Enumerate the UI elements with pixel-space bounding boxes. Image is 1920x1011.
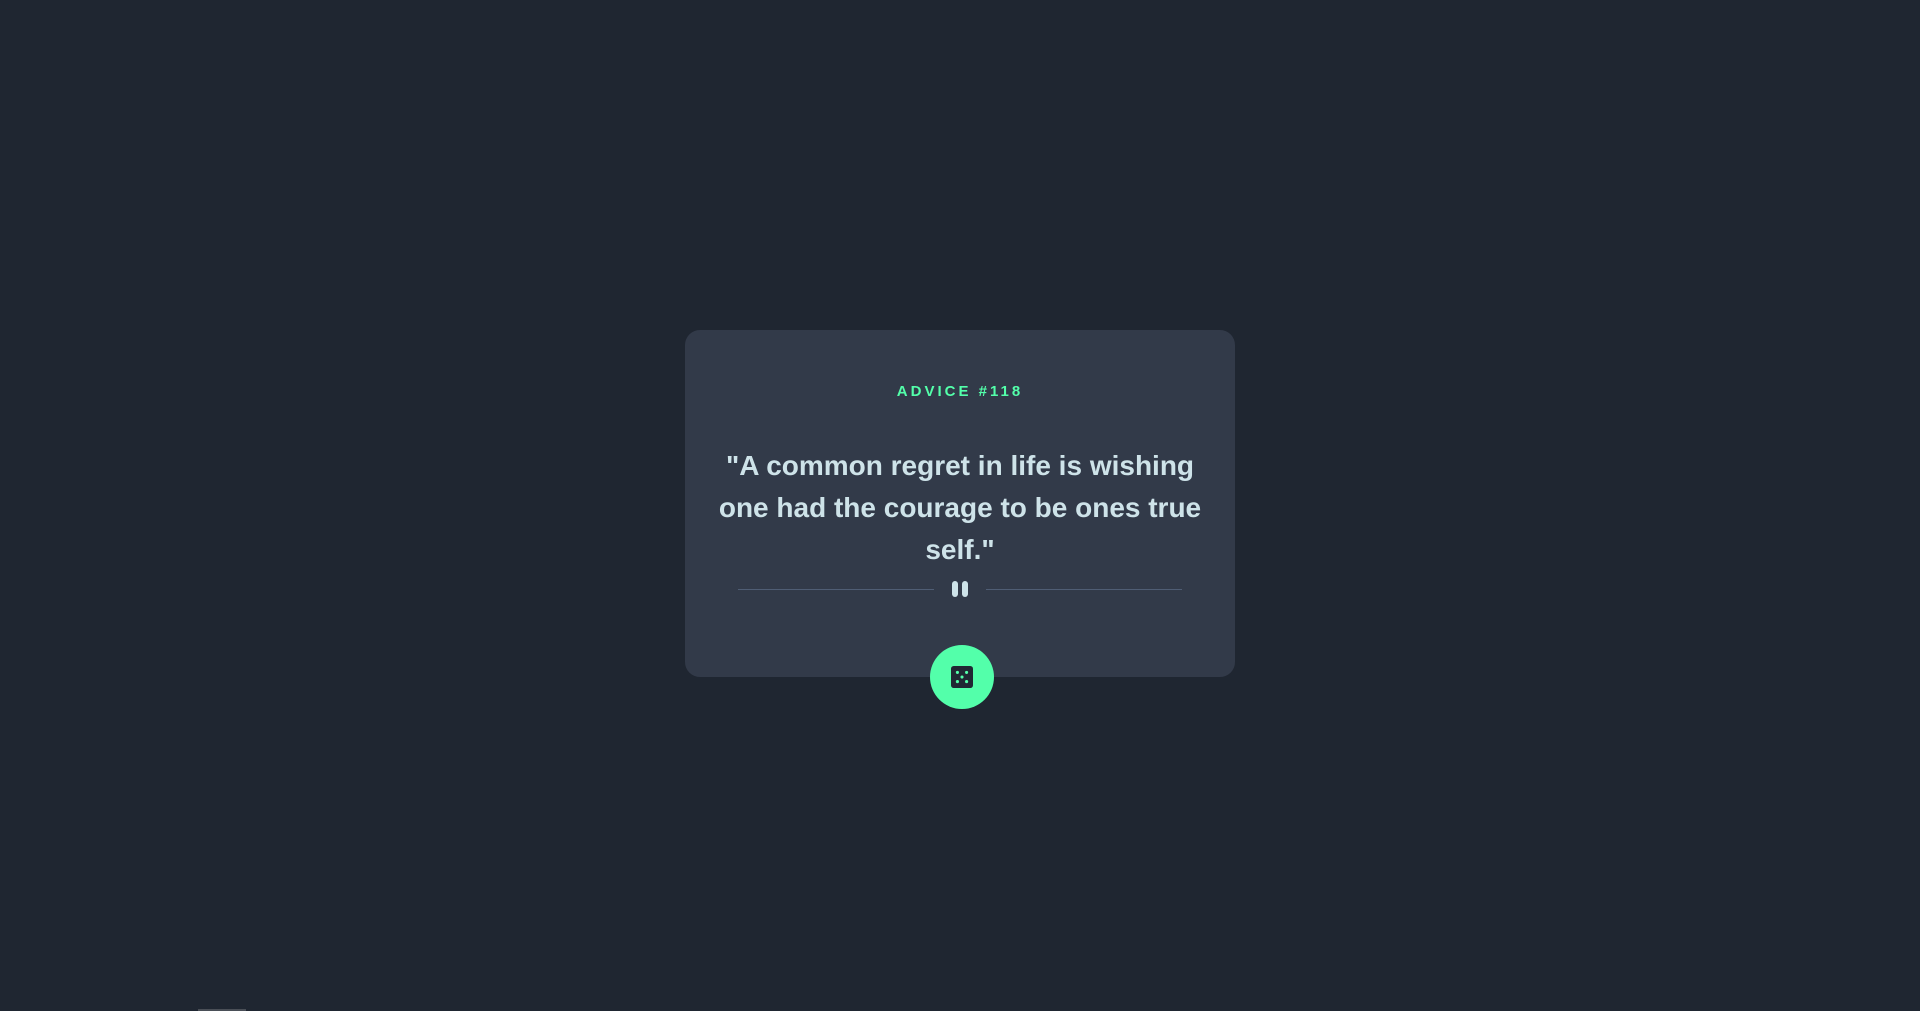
advice-card: ADVICE #118 "A common regret in life is …	[685, 330, 1235, 709]
divider-line-right	[986, 589, 1182, 590]
card-divider	[738, 579, 1182, 599]
divider-line-left	[738, 589, 934, 590]
advice-quote: "A common regret in life is wishing one …	[718, 450, 1202, 565]
advice-id-heading: ADVICE #118	[896, 383, 1024, 401]
dice-icon	[951, 666, 973, 688]
new-advice-button[interactable]	[930, 645, 994, 709]
pause-icon	[952, 581, 968, 597]
